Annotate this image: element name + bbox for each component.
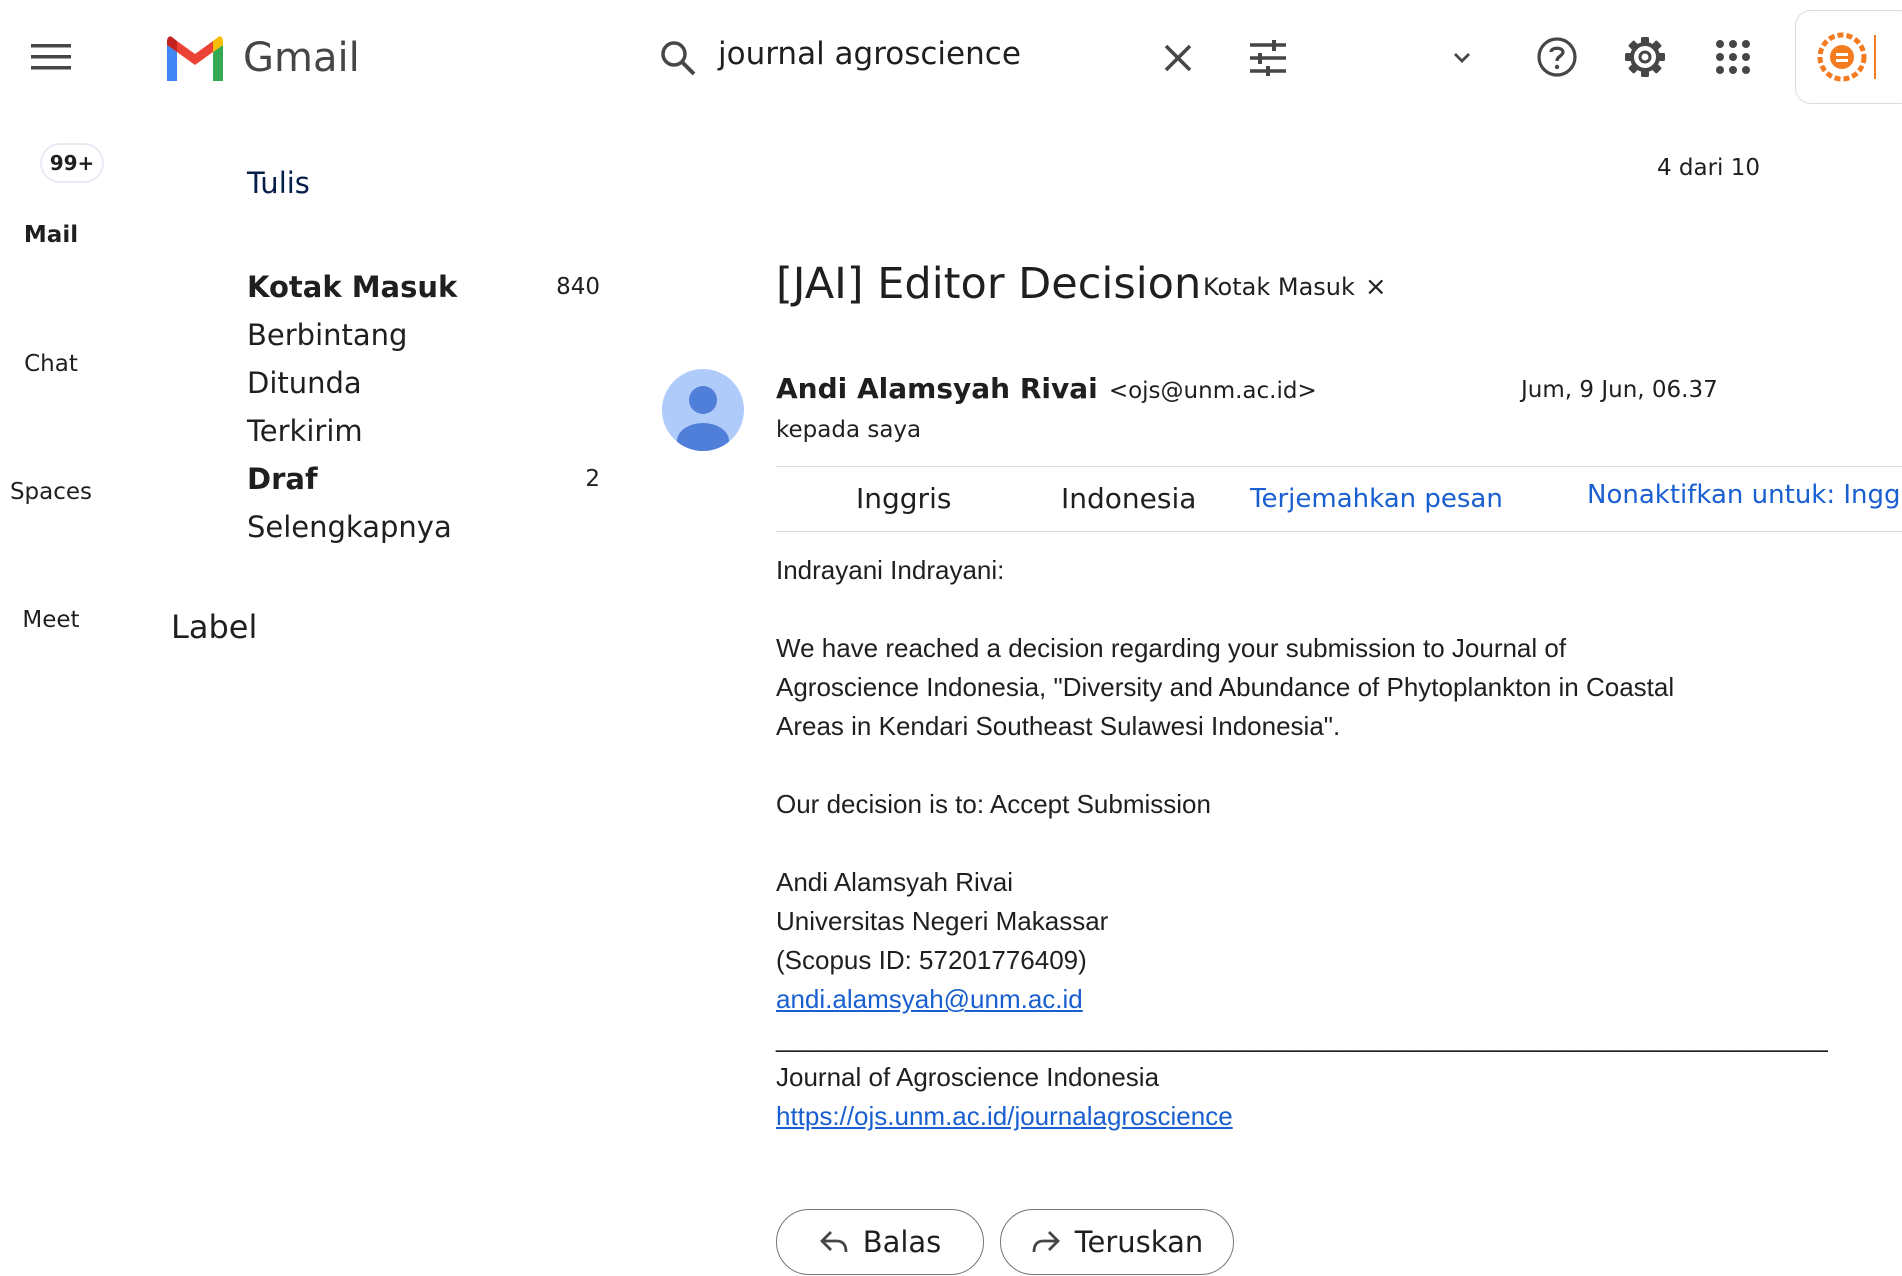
help-icon [1537, 37, 1577, 77]
remove-label-button[interactable]: × [1365, 272, 1387, 302]
signature-name: Andi Alamsyah Rivai [776, 867, 1013, 897]
search-button[interactable] [650, 30, 706, 86]
disable-translation-link[interactable]: Nonaktifkan untuk: Inggris [1587, 480, 1902, 510]
account-logo-divider [1874, 35, 1876, 79]
sidebar-item-sent[interactable]: Terkirim [247, 414, 363, 448]
signature-organization: Universitas Negeri Makassar [776, 906, 1109, 936]
compose-button[interactable]: Tulis [247, 166, 310, 200]
pagination-text: 4 dari 10 [1656, 155, 1760, 181]
rail-item-mail[interactable]: Mail [1, 222, 101, 248]
labels-heading: Label [171, 608, 258, 646]
rail-item-meet[interactable]: Meet [1, 607, 101, 633]
close-icon [1164, 44, 1192, 72]
apps-grid-icon [1716, 40, 1750, 74]
forward-label: Teruskan [1074, 1225, 1204, 1259]
journal-name: Journal of Agroscience Indonesia [776, 1062, 1160, 1092]
clear-search-button[interactable] [1150, 30, 1206, 86]
person-icon [677, 386, 729, 451]
gmail-wordmark: Gmail [243, 35, 360, 81]
gear-icon [1625, 37, 1665, 77]
body-decision: Our decision is to: Accept Submission [776, 789, 1211, 819]
body-paragraph-line: Areas in Kendari Southeast Sulawesi Indo… [776, 711, 1341, 741]
translate-target-language[interactable]: Indonesia [1061, 482, 1196, 515]
search-icon [661, 41, 696, 76]
rail-item-chat[interactable]: Chat [1, 351, 101, 377]
reply-icon [819, 1231, 848, 1253]
apps-button[interactable] [1704, 28, 1762, 86]
sidebar-item-drafts[interactable]: Draf [247, 462, 318, 496]
account-button[interactable] [1795, 10, 1902, 104]
main-menu-button[interactable] [22, 28, 80, 86]
gmail-m-icon [167, 36, 223, 81]
search-input[interactable]: journal agroscience [718, 36, 1021, 72]
tune-sliders-icon [1250, 40, 1286, 76]
sidebar-item-inbox[interactable]: Kotak Masuk [247, 270, 457, 304]
sender-email: <ojs@unm.ac.id> [1108, 378, 1317, 404]
sidebar-item-snoozed[interactable]: Ditunda [247, 366, 362, 400]
email-date: Jum, 9 Jun, 06.37 [1521, 377, 1718, 403]
translate-bar-bottom-divider [776, 531, 1902, 532]
signature-separator: ________________________________________… [776, 1023, 1828, 1053]
signature-scopus-id: (Scopus ID: 57201776409) [776, 945, 1087, 975]
support-button[interactable] [1528, 28, 1586, 86]
gmail-logo[interactable]: Gmail [163, 30, 360, 86]
body-paragraph-line: Agroscience Indonesia, "Diversity and Ab… [776, 672, 1675, 702]
sender-line: Andi Alamsyah Rivai <ojs@unm.ac.id> [776, 372, 1317, 405]
recipient-line[interactable]: kepada saya [776, 417, 921, 443]
rail-item-spaces[interactable]: Spaces [1, 479, 101, 505]
settings-button[interactable] [1616, 28, 1674, 86]
hamburger-menu-icon [31, 44, 71, 70]
forward-icon [1032, 1231, 1060, 1253]
body-paragraph-line: We have reached a decision regarding you… [776, 633, 1567, 663]
inbox-label-text: Kotak Masuk [1203, 273, 1355, 301]
organization-logo-icon [1817, 32, 1867, 82]
drafts-count: 2 [585, 466, 600, 492]
translate-source-language[interactable]: Inggris [856, 482, 951, 515]
chevron-down-icon [1454, 53, 1470, 63]
inbox-label-chip: Kotak Masuk × [1203, 272, 1387, 302]
search-options-button[interactable] [1240, 30, 1296, 86]
unread-badge: 99+ [42, 145, 102, 181]
signature-email-link[interactable]: andi.alamsyah@unm.ac.id [776, 984, 1083, 1015]
forward-button[interactable]: Teruskan [1000, 1209, 1234, 1275]
sender-avatar[interactable] [662, 369, 744, 451]
sender-name[interactable]: Andi Alamsyah Rivai [776, 372, 1098, 405]
inbox-count: 840 [556, 274, 600, 300]
email-subject: [JAI] Editor Decision [776, 259, 1202, 309]
reply-label: Balas [862, 1225, 942, 1259]
body-greeting: Indrayani Indrayani: [776, 555, 1005, 585]
sidebar-item-starred[interactable]: Berbintang [247, 318, 407, 352]
reply-button[interactable]: Balas [776, 1209, 984, 1275]
translate-bar-top-divider [776, 466, 1902, 467]
translate-message-link[interactable]: Terjemahkan pesan [1250, 484, 1503, 514]
journal-url-link[interactable]: https://ojs.unm.ac.id/journalagroscience [776, 1101, 1233, 1132]
sidebar-item-more[interactable]: Selengkapnya [247, 510, 452, 544]
status-dropdown-button[interactable] [1440, 36, 1484, 80]
